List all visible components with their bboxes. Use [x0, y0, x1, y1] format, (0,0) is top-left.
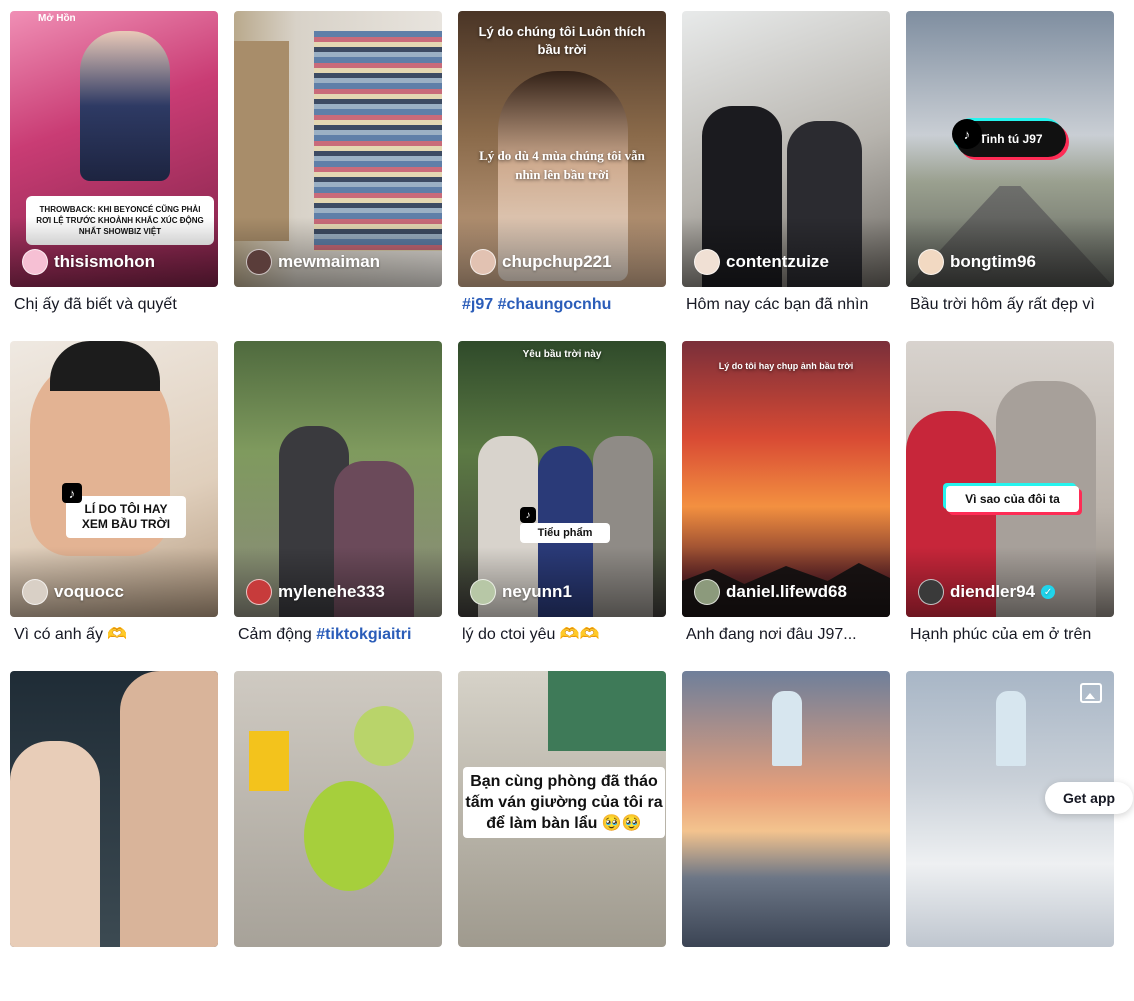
hashtag-link[interactable]: #tiktokgiaitri	[316, 626, 411, 643]
tiktok-icon: ♪	[62, 483, 82, 503]
video-author[interactable]: daniel.lifewd68	[694, 579, 847, 605]
author-name: diendler94	[950, 582, 1036, 601]
video-thumbnail[interactable]	[10, 671, 218, 947]
video-card: mylenehe333 Cảm động #tiktokgiaitri	[234, 341, 442, 671]
author-name: neyunn1	[502, 582, 572, 601]
video-caption[interactable]: Vì có anh ấy 🫶	[14, 625, 214, 645]
video-card: LÍ DO TÔI HAY XEM BẦU TRỜI ♪ voquocc Vì …	[10, 341, 218, 671]
hashtag-link[interactable]: #chaungocnhu	[498, 296, 612, 313]
video-card: Mở Hồn THROWBACK: KHI BEYONCÉ CŨNG PHẢI …	[10, 11, 218, 341]
avatar	[22, 579, 48, 605]
video-thumbnail[interactable]: mylenehe333	[234, 341, 442, 617]
video-thumbnail[interactable]: Lý do chúng tôi Luôn thích bầu trời Lý d…	[458, 11, 666, 287]
avatar	[918, 249, 944, 275]
video-caption[interactable]: Hôm nay các bạn đã nhìn	[686, 295, 886, 315]
video-card: Lý do chúng tôi Luôn thích bầu trời Lý d…	[458, 11, 666, 341]
author-name: mylenehe333	[278, 582, 385, 601]
video-thumbnail[interactable]	[682, 671, 890, 947]
video-author[interactable]: contentzuize	[694, 249, 829, 275]
author-name: contentzuize	[726, 252, 829, 271]
video-card	[906, 671, 1114, 1001]
avatar	[470, 579, 496, 605]
video-thumbnail[interactable]: contentzuize	[682, 11, 890, 287]
video-overlay-card: Tiểu phẩm	[520, 523, 610, 543]
video-caption[interactable]: Chị ấy đã biết và quyết	[14, 295, 214, 315]
verified-badge-icon: ✓	[1041, 585, 1056, 599]
author-name: chupchup221	[502, 252, 612, 271]
video-caption[interactable]: lý do ctoi yêu 🫶🫶	[462, 625, 662, 645]
avatar	[470, 249, 496, 275]
video-caption[interactable]: Hạnh phúc của em ở trên	[910, 625, 1110, 645]
video-thumbnail[interactable]: LÍ DO TÔI HAY XEM BẦU TRỜI ♪ voquocc	[10, 341, 218, 617]
hashtag-link[interactable]: #j97	[462, 296, 493, 313]
video-thumbnail[interactable]: Yêu bầu trời này Tiểu phẩm ♪ neyunn1	[458, 341, 666, 617]
video-author[interactable]: thisismohon	[22, 249, 155, 275]
video-author[interactable]: voquocc	[22, 579, 124, 605]
video-thumbnail[interactable]: Bạn cùng phòng đã tháo tấm ván giường củ…	[458, 671, 666, 947]
video-caption: Cảm động #tiktokgiaitri	[238, 626, 412, 643]
video-card: Tinh tú J97 ♪ bongtim96 Bầu trời hôm ấy …	[906, 11, 1114, 341]
video-card: contentzuize Hôm nay các bạn đã nhìn	[682, 11, 890, 341]
video-author[interactable]: chupchup221	[470, 249, 612, 275]
video-author[interactable]: mylenehe333	[246, 579, 385, 605]
tiktok-icon: ♪	[952, 119, 982, 149]
video-overlay-title: Lý do chúng tôi Luôn thích bầu trời	[478, 24, 646, 57]
video-caption[interactable]: Bầu trời hôm ấy rất đẹp vì	[910, 295, 1110, 315]
video-thumbnail[interactable]: mewmaiman	[234, 11, 442, 287]
avatar	[246, 579, 272, 605]
video-overlay-card: Bạn cùng phòng đã tháo tấm ván giường củ…	[463, 767, 665, 838]
avatar	[694, 249, 720, 275]
video-thumbnail[interactable]: Vì sao của đôi ta diendler94 ✓	[906, 341, 1114, 617]
author-name: thisismohon	[54, 252, 156, 271]
video-overlay-title: Yêu bầu trời này	[522, 349, 602, 360]
author-name: mewmaiman	[278, 252, 381, 271]
video-thumbnail[interactable]: Lý do tôi hay chụp ảnh bầu trời daniel.l…	[682, 341, 890, 617]
video-author[interactable]: neyunn1	[470, 579, 572, 605]
video-overlay-card: LÍ DO TÔI HAY XEM BẦU TRỜI	[66, 496, 186, 538]
video-author[interactable]: bongtim96	[918, 249, 1036, 275]
image-icon	[1080, 683, 1102, 703]
video-card	[10, 671, 218, 1001]
avatar	[918, 579, 944, 605]
avatar	[22, 249, 48, 275]
video-thumbnail[interactable]: Tinh tú J97 ♪ bongtim96	[906, 11, 1114, 287]
video-caption[interactable]: Anh đang nơi đâu J97...	[686, 625, 886, 645]
channel-label: Mở Hồn	[38, 13, 76, 24]
video-card: Yêu bầu trời này Tiểu phẩm ♪ neyunn1 lý …	[458, 341, 666, 671]
video-overlay-text: Lý do dù 4 mùa chúng tôi vẫn nhìn lên bầ…	[479, 148, 645, 182]
video-caption: #j97 #chaungocnhu	[462, 295, 662, 315]
author-name: daniel.lifewd68	[726, 582, 847, 601]
video-card: mewmaiman	[234, 11, 442, 341]
video-overlay-card: Vì sao của đôi ta	[946, 486, 1079, 512]
video-overlay-title: Lý do tôi hay chụp ảnh bầu trời	[718, 361, 854, 371]
author-name: bongtim96	[950, 252, 1036, 271]
video-grid: Mở Hồn THROWBACK: KHI BEYONCÉ CŨNG PHẢI …	[10, 11, 1114, 1001]
tiktok-icon: ♪	[520, 507, 536, 523]
video-author[interactable]: diendler94 ✓	[918, 579, 1056, 605]
video-card: Bạn cùng phòng đã tháo tấm ván giường củ…	[458, 671, 666, 1001]
get-app-button[interactable]: Get app	[1045, 782, 1133, 814]
video-card: Lý do tôi hay chụp ảnh bầu trời daniel.l…	[682, 341, 890, 671]
avatar	[246, 249, 272, 275]
avatar	[694, 579, 720, 605]
video-thumbnail[interactable]: Mở Hồn THROWBACK: KHI BEYONCÉ CŨNG PHẢI …	[10, 11, 218, 287]
video-card	[234, 671, 442, 1001]
video-thumbnail[interactable]	[234, 671, 442, 947]
video-card: Vì sao của đôi ta diendler94 ✓ Hạnh phúc…	[906, 341, 1114, 671]
video-author[interactable]: mewmaiman	[246, 249, 380, 275]
author-name: voquocc	[54, 582, 124, 601]
video-card	[682, 671, 890, 1001]
